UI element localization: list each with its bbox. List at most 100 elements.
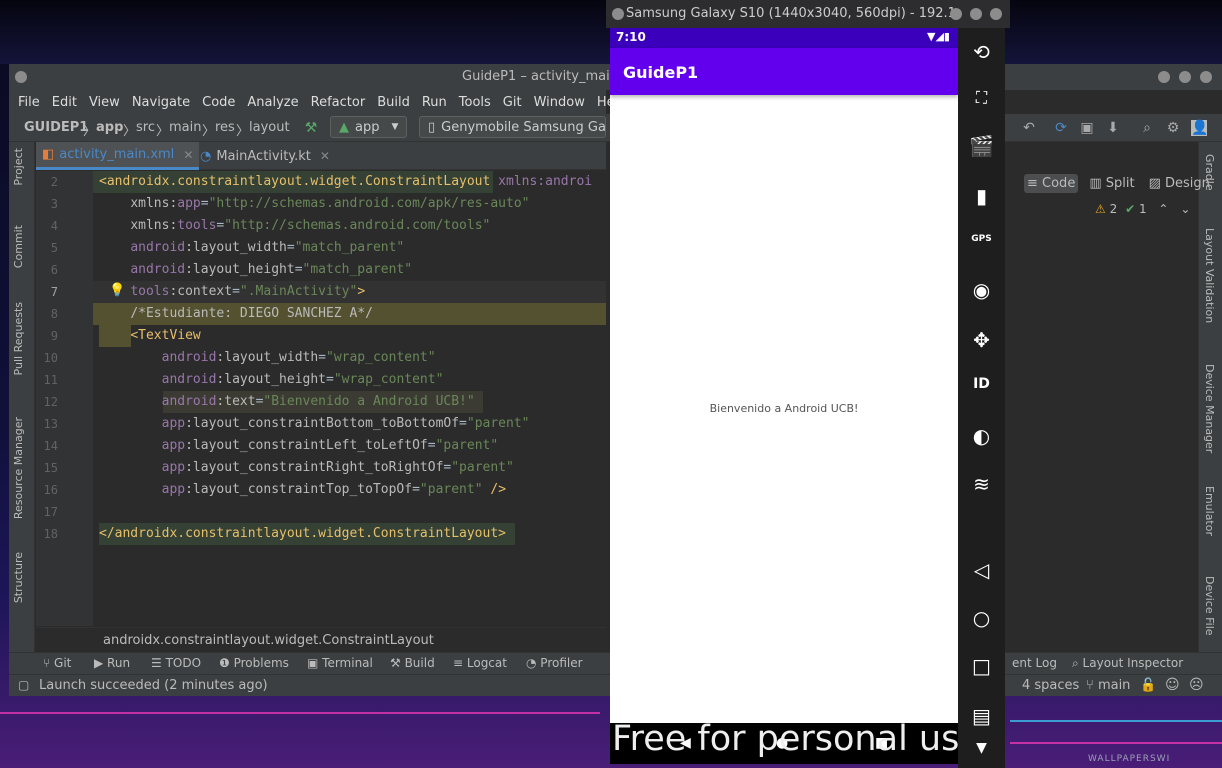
breadcrumb-main[interactable]: main [169,120,201,135]
menu-tools[interactable]: Tools [459,95,491,110]
minimize-button[interactable] [1158,71,1170,83]
back-nav-icon[interactable]: ◁ [958,558,1005,582]
tool-emulator[interactable]: Emulator [1203,486,1216,536]
menu-view[interactable]: View [89,95,120,110]
rotate-icon[interactable]: ⟲ [958,40,1005,64]
menu-file[interactable]: File [18,95,40,110]
tool-pull-requests[interactable]: Pull Requests [12,302,25,375]
line-number: 15 [43,461,58,475]
screen-record-icon[interactable]: 🎬 [958,134,1005,158]
menu-build[interactable]: Build [377,95,410,110]
tool-device-file-explorer[interactable]: Device File [1203,576,1216,636]
frown-icon[interactable]: ☹ [1189,677,1204,693]
run-configuration-dropdown[interactable]: ▲ app ▼ [330,116,407,138]
search-icon[interactable]: ⌕ [1139,120,1155,136]
next-highlight-icon[interactable]: ⌄ [1180,202,1190,216]
minimize-button[interactable] [950,8,962,20]
emulator-side-toolbar: ⟲ ⛶ 🎬 ▮ GPS ◉ ✥ ID ◐ ≋ ◁ ○ □ ▤ ▼ [958,28,1005,768]
tool-terminal[interactable]: ▣ Terminal [307,656,373,670]
tool-project[interactable]: Project [12,148,25,186]
code-line: tools:context=".MainActivity"> [130,284,366,299]
view-mode-code[interactable]: ≡ Code [1024,173,1079,193]
menu-code[interactable]: Code [202,95,235,110]
menu-window[interactable]: Window [534,95,585,110]
menu-refactor[interactable]: Refactor [311,95,366,110]
breadcrumb-res[interactable]: res [215,120,235,135]
tool-git[interactable]: ⑂ Git [43,656,71,670]
tool-todo[interactable]: ☰ TODO [151,656,201,670]
tool-layout-inspector[interactable]: ⌕ Layout Inspector [1072,656,1183,671]
menu-edit[interactable]: Edit [52,95,77,110]
smile-icon[interactable]: ☺ [1165,677,1180,693]
app-title: GuideP1 [623,63,699,82]
inspection-widget[interactable]: ⚠ 2 ✔ 1 ⌃ ⌄ [1095,202,1190,216]
wallpaper-brand: WALLPAPERSWI [1088,754,1171,764]
tool-resource-manager[interactable]: Resource Manager [12,417,25,519]
disk-icon[interactable]: ◐ [958,424,1005,448]
status-message[interactable]: Launch succeeded (2 minutes ago) [39,678,268,693]
overview-nav-icon[interactable]: □ [958,654,1005,678]
device-dropdown[interactable]: ▯ Genymobile Samsung Galaxy [419,116,606,138]
tool-logcat[interactable]: ≡ Logcat [453,656,507,670]
tool-build[interactable]: ⚒ Build [390,656,435,670]
menu-run[interactable]: Run [422,95,447,110]
window-menu-button[interactable] [612,8,624,20]
menu-analyze[interactable]: Analyze [247,95,298,110]
view-mode-switcher: ≡ Code ▥ Split ▨ Design [1024,170,1210,196]
phone-screen[interactable]: 7:10 ▼◢▮ GuideP1 Bienvenido a Android UC… [610,28,958,764]
lock-icon[interactable]: 🔓 [1140,678,1156,693]
device-manager-icon[interactable]: ▣ [1079,120,1095,136]
line-number: 14 [43,439,58,453]
build-hammer-icon[interactable]: ⚒ [303,120,319,136]
breadcrumb-separator: 〉 [156,124,170,139]
maximize-button[interactable] [970,8,982,20]
sdk-manager-icon[interactable]: ⬇ [1105,120,1121,136]
tool-layout-validation[interactable]: Layout Validation [1203,228,1216,323]
breadcrumb-module[interactable]: app [96,120,123,135]
breadcrumb-layout[interactable]: layout [249,120,290,135]
gps-icon[interactable]: GPS [958,234,1005,244]
home-nav-icon[interactable]: ○ [958,606,1005,630]
tool-structure[interactable]: Structure [12,552,25,603]
sync-gradle-icon[interactable]: ⟳ [1053,120,1069,136]
chevron-down-icon[interactable]: ▼ [958,740,1005,756]
gear-icon[interactable]: ⚙ [1165,120,1181,136]
close-tab-icon[interactable]: ✕ [320,149,330,163]
avatar[interactable]: 👤 [1191,120,1208,136]
window-menu-button[interactable] [15,71,27,83]
git-branch[interactable]: ⑂ main [1086,678,1130,693]
resize-icon[interactable]: ⛶ [958,88,1005,108]
breadcrumb-project[interactable]: GUIDEP1 [24,120,88,135]
indent-setting[interactable]: 4 spaces [1022,678,1079,693]
camera-icon[interactable]: ◉ [958,278,1005,302]
tool-event-log[interactable]: ent Log [1012,656,1057,670]
menu-git[interactable]: Git [503,95,522,110]
battery-icon[interactable]: ▮ [958,184,1005,208]
tool-device-manager[interactable]: Device Manager [1203,364,1216,453]
menu-icon[interactable]: ▤ [958,704,1005,728]
close-button[interactable] [1200,71,1212,83]
view-mode-split[interactable]: ▥ Split [1086,174,1137,193]
weak-warning-count: 1 [1138,202,1147,216]
move-icon[interactable]: ✥ [958,328,1005,352]
cast-icon[interactable]: ≋ [958,472,1005,496]
tool-run[interactable]: ▶ Run [94,656,130,670]
close-tab-icon[interactable]: ✕ [183,148,193,162]
device-id-icon[interactable]: ID [958,376,1005,392]
tab-main-activity[interactable]: ◔ MainActivity.kt ✕ [194,142,336,170]
previous-highlight-icon[interactable]: ⌃ [1158,202,1168,216]
view-mode-design[interactable]: ▨ Design [1146,174,1213,193]
tab-activity-main[interactable]: ◧ activity_main.xml ✕ [36,142,200,170]
tool-problems[interactable]: ❶ Problems [219,656,289,670]
menu-navigate[interactable]: Navigate [132,95,190,110]
undo-icon[interactable]: ↶ [1021,120,1037,136]
code-editor[interactable]: 💡 2 <androidx.constraintlayout.widget.Co… [36,171,606,626]
toggle-tool-windows-icon[interactable]: ▢ [18,678,29,692]
close-button[interactable] [990,8,1002,20]
editor-breadcrumb[interactable]: androidx.constraintlayout.widget.Constra… [36,627,606,652]
maximize-button[interactable] [1179,71,1191,83]
breadcrumb-src[interactable]: src [136,120,155,135]
tool-commit[interactable]: Commit [12,225,25,268]
emulator-title-bar: Samsung Galaxy S10 (1440x3040, 560dpi) -… [606,0,1010,28]
tool-profiler[interactable]: ◔ Profiler [526,656,583,670]
